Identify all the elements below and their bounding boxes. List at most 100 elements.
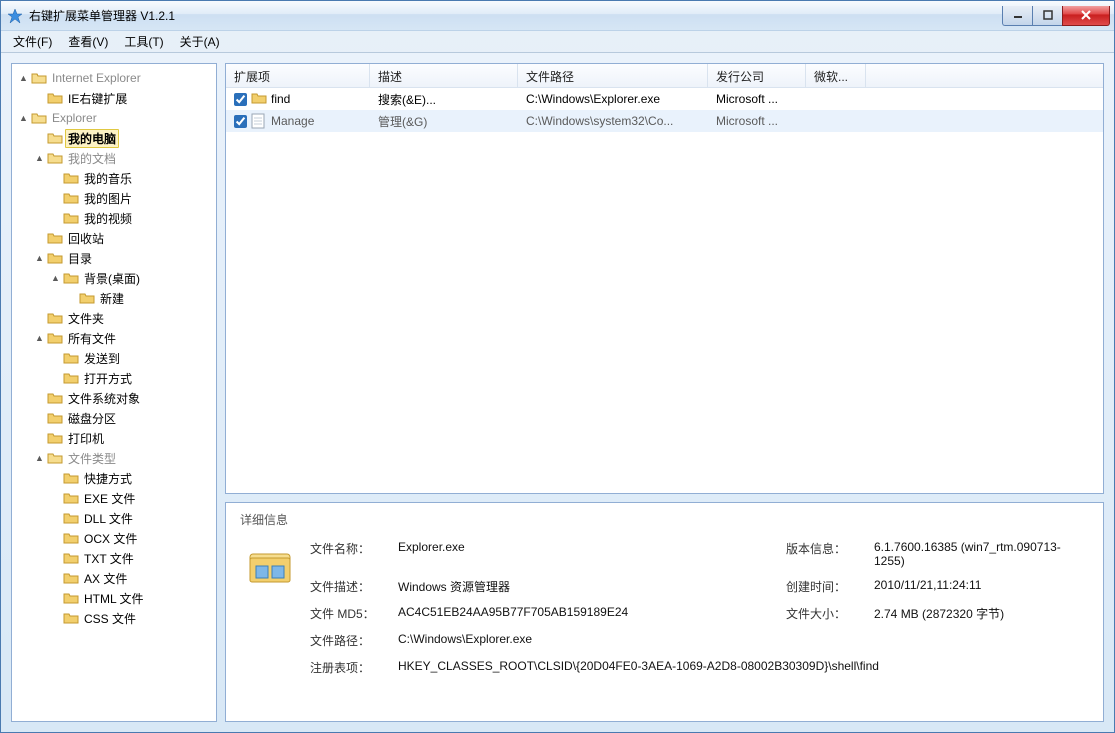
tree-my-docs[interactable]: ▲ 我的文档 [32, 148, 214, 168]
lbl-filename: 文件名称： [310, 540, 390, 557]
table-row[interactable]: Manage管理(&G)C:\Windows\system32\Co...Mic… [226, 110, 1103, 132]
val-filedesc: Windows 资源管理器 [398, 578, 778, 595]
tree-printer[interactable]: 打印机 [32, 428, 214, 448]
folder-open-icon [31, 71, 47, 85]
folder-icon [63, 191, 79, 205]
tree-ft-html[interactable]: HTML 文件 [48, 588, 214, 608]
maximize-button[interactable] [1032, 6, 1062, 26]
val-created: 2010/11/21,11:24:11 [874, 578, 1083, 592]
collapse-icon[interactable]: ▲ [34, 253, 45, 264]
window-controls [1002, 6, 1110, 26]
close-button[interactable] [1062, 6, 1110, 26]
folder-icon [47, 411, 63, 425]
menu-about[interactable]: 关于(A) [172, 31, 228, 52]
tree-ft-shortcut[interactable]: 快捷方式 [48, 468, 214, 488]
row-company: Microsoft ... [708, 114, 806, 128]
detail-title: 详细信息 [240, 511, 1089, 528]
collapse-icon[interactable]: ▲ [18, 73, 29, 84]
collapse-icon[interactable]: ▲ [34, 453, 45, 464]
lbl-md5: 文件 MD5： [310, 605, 390, 622]
menu-tools[interactable]: 工具(T) [116, 31, 171, 52]
document-icon [251, 113, 267, 129]
tree-label: 我的文档 [65, 149, 119, 168]
tree-file-types[interactable]: ▲文件类型 [32, 448, 214, 468]
right-panel: 扩展项 描述 文件路径 发行公司 微软... find搜索(&E)...C:\W… [225, 63, 1104, 722]
val-version: 6.1.7600.16385 (win7_rtm.090713-1255) [874, 540, 1083, 568]
tree-panel[interactable]: ▲ Internet Explorer IE右键扩展 ▲ Explorer [11, 63, 217, 722]
tree-ft-txt[interactable]: TXT 文件 [48, 548, 214, 568]
lbl-size: 文件大小： [786, 605, 866, 622]
tree-disk-part[interactable]: 磁盘分区 [32, 408, 214, 428]
folder-icon [47, 331, 63, 345]
folder-icon [63, 471, 79, 485]
tree-folder[interactable]: 文件夹 [32, 308, 214, 328]
tree-my-computer[interactable]: 我的电脑 [32, 128, 214, 148]
tree-ie-root[interactable]: ▲ Internet Explorer [16, 68, 214, 88]
tree-recycle[interactable]: 回收站 [32, 228, 214, 248]
tree-open-with[interactable]: 打开方式 [48, 368, 214, 388]
collapse-icon[interactable]: ▲ [50, 273, 61, 284]
val-filename: Explorer.exe [398, 540, 778, 554]
col-ext[interactable]: 扩展项 [226, 64, 370, 87]
tree-ft-dll[interactable]: DLL 文件 [48, 508, 214, 528]
lbl-regkey: 注册表项： [310, 659, 390, 676]
tree-label: 我的电脑 [65, 129, 119, 148]
collapse-icon[interactable]: ▲ [34, 153, 45, 164]
detail-file-icon [246, 544, 294, 592]
app-window: 右键扩展菜单管理器 V1.2.1 文件(F) 查看(V) 工具(T) 关于(A)… [0, 0, 1115, 733]
list-body[interactable]: find搜索(&E)...C:\Windows\Explorer.exeMicr… [226, 88, 1103, 493]
tree-my-pics[interactable]: 我的图片 [48, 188, 214, 208]
val-md5: AC4C51EB24AA95B77F705AB159189E24 [398, 605, 778, 619]
tree-label: EXE 文件 [81, 489, 138, 508]
minimize-button[interactable] [1002, 6, 1032, 26]
tree-label: 所有文件 [65, 329, 119, 348]
tree-new-item[interactable]: 新建 [64, 288, 214, 308]
tree-label: 背景(桌面) [81, 269, 143, 288]
folder-open-icon [47, 151, 63, 165]
tree-background[interactable]: ▲ 背景(桌面) [48, 268, 214, 288]
tree-my-music[interactable]: 我的音乐 [48, 168, 214, 188]
tree-send-to[interactable]: 发送到 [48, 348, 214, 368]
tree-all-files[interactable]: ▲ 所有文件 [32, 328, 214, 348]
list-panel: 扩展项 描述 文件路径 发行公司 微软... find搜索(&E)...C:\W… [225, 63, 1104, 494]
tree-directory[interactable]: ▲ 目录 [32, 248, 214, 268]
folder-icon [63, 271, 79, 285]
tree-ie-ext[interactable]: IE右键扩展 [32, 88, 214, 108]
col-ms[interactable]: 微软... [806, 64, 866, 87]
folder-icon [251, 91, 267, 107]
val-size: 2.74 MB (2872320 字节) [874, 605, 1083, 622]
collapse-icon[interactable]: ▲ [34, 333, 45, 344]
tree-fs-objects[interactable]: 文件系统对象 [32, 388, 214, 408]
collapse-icon[interactable]: ▲ [18, 113, 29, 124]
tree-label: 快捷方式 [81, 469, 135, 488]
list-header: 扩展项 描述 文件路径 发行公司 微软... [226, 64, 1103, 88]
tree-my-videos[interactable]: 我的视频 [48, 208, 214, 228]
row-checkbox[interactable] [234, 115, 247, 128]
tree-ft-ax[interactable]: AX 文件 [48, 568, 214, 588]
tree-ft-css[interactable]: CSS 文件 [48, 608, 214, 628]
row-desc: 管理(&G) [370, 113, 518, 130]
folder-icon [47, 431, 63, 445]
tree-label: 目录 [65, 249, 95, 268]
lbl-filepath: 文件路径： [310, 632, 390, 649]
menu-view[interactable]: 查看(V) [60, 31, 116, 52]
col-path[interactable]: 文件路径 [518, 64, 708, 87]
tree-label: CSS 文件 [81, 609, 139, 628]
menu-file[interactable]: 文件(F) [5, 31, 60, 52]
col-company[interactable]: 发行公司 [708, 64, 806, 87]
col-desc[interactable]: 描述 [370, 64, 518, 87]
tree-ft-ocx[interactable]: OCX 文件 [48, 528, 214, 548]
tree-label: 回收站 [65, 229, 107, 248]
tree-label: OCX 文件 [81, 529, 140, 548]
tree-label: 发送到 [81, 349, 123, 368]
table-row[interactable]: find搜索(&E)...C:\Windows\Explorer.exeMicr… [226, 88, 1103, 110]
row-checkbox[interactable] [234, 93, 247, 106]
tree-label: 文件夹 [65, 309, 107, 328]
tree-label: 文件系统对象 [65, 389, 143, 408]
tree-explorer-root[interactable]: ▲ Explorer [16, 108, 214, 128]
titlebar[interactable]: 右键扩展菜单管理器 V1.2.1 [1, 1, 1114, 31]
folder-icon [63, 371, 79, 385]
tree-label: 打开方式 [81, 369, 135, 388]
tree-ft-exe[interactable]: EXE 文件 [48, 488, 214, 508]
folder-icon [63, 531, 79, 545]
